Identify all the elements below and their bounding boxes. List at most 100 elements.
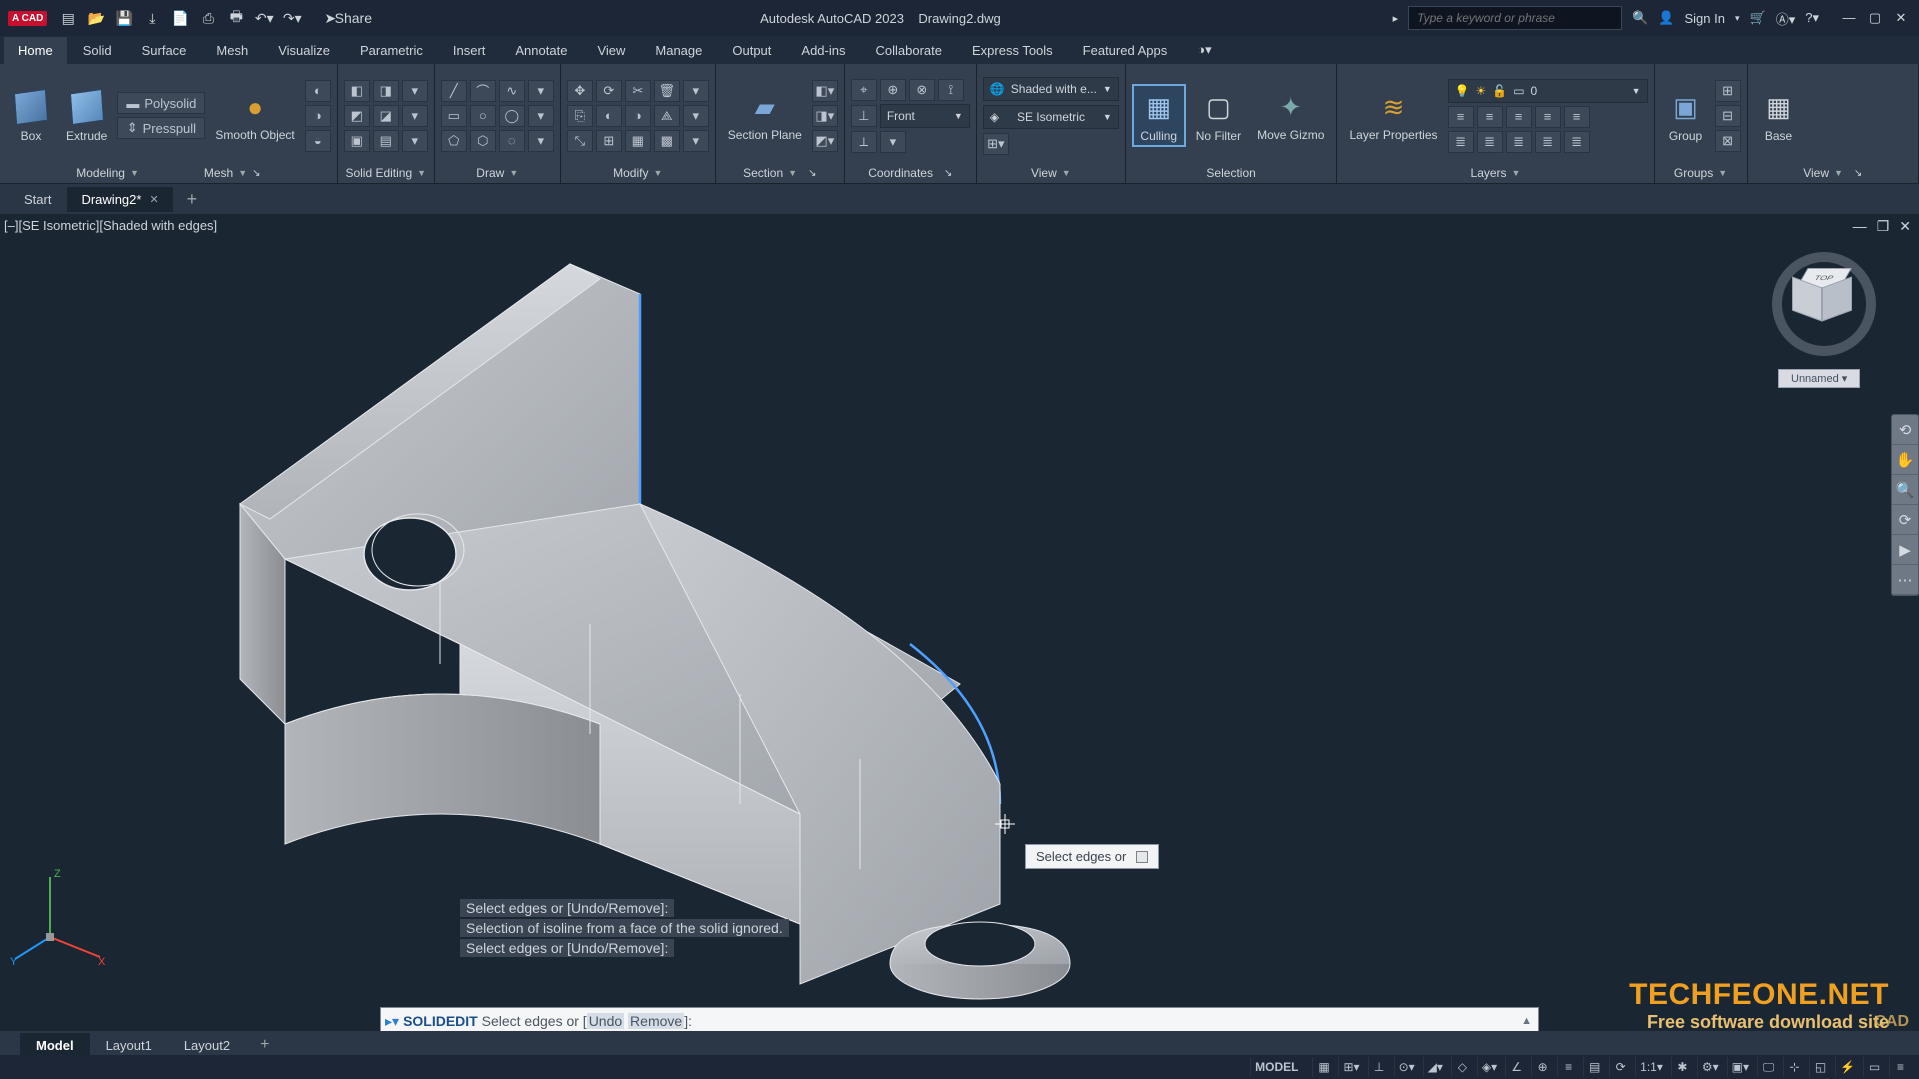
- visual-style-dropdown[interactable]: 🌐Shaded with e...▼: [983, 77, 1119, 101]
- mesh-btn-1[interactable]: ◐: [305, 80, 331, 102]
- polysolid-button[interactable]: ▬Polysolid: [117, 92, 205, 114]
- status-osnap-icon[interactable]: ◇: [1451, 1057, 1473, 1077]
- d10[interactable]: ⬡: [470, 130, 496, 152]
- panel-viewbase-title[interactable]: View▼↘: [1754, 163, 1912, 183]
- vp-restore-icon[interactable]: ❐: [1877, 218, 1890, 235]
- l4[interactable]: ≡: [1535, 106, 1561, 128]
- box-button[interactable]: Box: [6, 86, 56, 145]
- d9[interactable]: ⬠: [441, 130, 467, 152]
- share-button[interactable]: ➤ Share: [321, 9, 362, 27]
- save-icon[interactable]: 💾: [115, 9, 133, 27]
- g2[interactable]: ⊟: [1715, 105, 1741, 127]
- status-otrack-icon[interactable]: ∠: [1505, 1057, 1527, 1077]
- se1[interactable]: ◧: [344, 80, 370, 102]
- tab-extra-icon[interactable]: ◑▾: [1183, 36, 1225, 64]
- ucs-icon[interactable]: Z X Y: [10, 867, 110, 967]
- l8[interactable]: ≣: [1506, 131, 1532, 153]
- mesh-btn-3[interactable]: ◒: [305, 130, 331, 152]
- d2[interactable]: ⌒: [470, 80, 496, 102]
- d7[interactable]: ◯: [499, 105, 525, 127]
- undo-icon[interactable]: ↶▾: [255, 9, 273, 27]
- vp-close-icon[interactable]: ✕: [1899, 218, 1911, 235]
- drawing-tab[interactable]: Drawing2*✕: [67, 187, 172, 212]
- status-annoscale[interactable]: 1:1▾: [1635, 1057, 1667, 1077]
- m11[interactable]: ⤡: [567, 130, 593, 152]
- status-snap-icon[interactable]: ⊞▾: [1338, 1057, 1363, 1077]
- tab-visualize[interactable]: Visualize: [264, 37, 344, 64]
- open-icon[interactable]: 📂: [87, 9, 105, 27]
- tab-collaborate[interactable]: Collaborate: [861, 37, 956, 64]
- m10[interactable]: ▾: [683, 105, 709, 127]
- l3[interactable]: ≡: [1506, 106, 1532, 128]
- status-polar-icon[interactable]: ⊙▾: [1394, 1057, 1419, 1077]
- panel-coordinates-title[interactable]: Coordinates↘: [851, 163, 970, 183]
- m13[interactable]: ▦: [625, 130, 651, 152]
- nofilter-button[interactable]: ▢ No Filter: [1190, 86, 1247, 145]
- se8[interactable]: ▤: [373, 130, 399, 152]
- start-tab[interactable]: Start: [10, 187, 65, 212]
- l2[interactable]: ≡: [1477, 106, 1503, 128]
- app-logo[interactable]: A CAD: [8, 11, 47, 26]
- se9[interactable]: ▾: [402, 130, 428, 152]
- tab-view[interactable]: View: [583, 37, 639, 64]
- sec2[interactable]: ◨▾: [812, 105, 838, 127]
- status-isodraft-icon[interactable]: ◢▾: [1423, 1057, 1447, 1077]
- se7[interactable]: ▣: [344, 130, 370, 152]
- tab-manage[interactable]: Manage: [641, 37, 716, 64]
- panel-selection-title[interactable]: Selection: [1132, 163, 1331, 183]
- mesh-btn-2[interactable]: ◑: [305, 105, 331, 127]
- new-icon[interactable]: ▤: [59, 9, 77, 27]
- plot-icon[interactable]: 📄: [171, 9, 189, 27]
- se5[interactable]: ◪: [373, 105, 399, 127]
- se6[interactable]: ▾: [402, 105, 428, 127]
- m14[interactable]: ▩: [654, 130, 680, 152]
- d12[interactable]: ▾: [528, 130, 554, 152]
- new-tab-button[interactable]: +: [175, 189, 210, 210]
- m5[interactable]: ▾: [683, 80, 709, 102]
- m7[interactable]: ◐: [596, 105, 622, 127]
- status-transparency-icon[interactable]: ▤: [1583, 1057, 1605, 1077]
- status-dyninput-icon[interactable]: ⊕: [1531, 1057, 1553, 1077]
- tab-annotate[interactable]: Annotate: [501, 37, 581, 64]
- l5[interactable]: ≡: [1564, 106, 1590, 128]
- status-model[interactable]: MODEL: [1250, 1057, 1302, 1077]
- status-grid-icon[interactable]: ▦: [1312, 1057, 1334, 1077]
- status-monitor-icon[interactable]: 🖵: [1757, 1057, 1779, 1077]
- tab-insert[interactable]: Insert: [439, 37, 500, 64]
- m2[interactable]: ⟳: [596, 80, 622, 102]
- m9[interactable]: ⟁: [654, 105, 680, 127]
- smooth-object-button[interactable]: ● Smooth Object: [209, 86, 300, 144]
- search-icon[interactable]: 🔍: [1632, 10, 1648, 26]
- layout-1[interactable]: Layout1: [90, 1033, 168, 1058]
- g1[interactable]: ⊞: [1715, 80, 1741, 102]
- panel-launcher-icon[interactable]: ↘: [252, 168, 260, 179]
- search-expand-icon[interactable]: ▸: [1393, 12, 1399, 25]
- status-3dosnap-icon[interactable]: ◈▾: [1477, 1057, 1501, 1077]
- m8[interactable]: ◑: [625, 105, 651, 127]
- se4[interactable]: ◩: [344, 105, 370, 127]
- search-input[interactable]: [1408, 6, 1622, 30]
- status-customize-icon[interactable]: ≡: [1889, 1057, 1911, 1077]
- c4[interactable]: ⟟: [938, 79, 964, 101]
- layout-add-button[interactable]: +: [246, 1036, 283, 1054]
- user-icon[interactable]: 👤: [1658, 10, 1674, 26]
- l10[interactable]: ≣: [1564, 131, 1590, 153]
- d8[interactable]: ▾: [528, 105, 554, 127]
- status-annovisibility-icon[interactable]: ✱: [1671, 1057, 1693, 1077]
- se2[interactable]: ◨: [373, 80, 399, 102]
- c7[interactable]: ▾: [880, 131, 906, 153]
- panel-solid-editing-title[interactable]: Solid Editing▼: [344, 163, 428, 183]
- l9[interactable]: ≣: [1535, 131, 1561, 153]
- panel-layers-title[interactable]: Layers▼: [1343, 163, 1647, 183]
- close-icon[interactable]: ✕: [1891, 10, 1911, 26]
- minimize-icon[interactable]: —: [1839, 10, 1859, 26]
- c3[interactable]: ⊗: [909, 79, 935, 101]
- tab-solid[interactable]: Solid: [69, 37, 126, 64]
- print-icon[interactable]: 🖶: [227, 9, 245, 27]
- c1[interactable]: ⌖: [851, 79, 877, 101]
- status-clean-icon[interactable]: ▭: [1863, 1057, 1885, 1077]
- panel-launcher-icon-2[interactable]: ↘: [808, 168, 816, 179]
- m4[interactable]: 🗑: [654, 80, 680, 102]
- help-icon[interactable]: ?▾: [1805, 10, 1819, 26]
- tab-addins[interactable]: Add-ins: [787, 37, 859, 64]
